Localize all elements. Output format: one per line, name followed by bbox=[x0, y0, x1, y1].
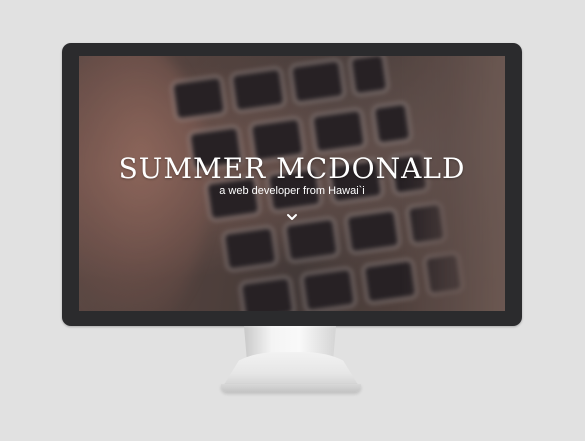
chevron-down-icon[interactable] bbox=[285, 207, 299, 220]
website-screen: SUMMER MCDONALD a web developer from Haw… bbox=[79, 56, 505, 311]
monitor-frame: SUMMER MCDONALD a web developer from Haw… bbox=[62, 43, 522, 326]
monitor-stand-base bbox=[221, 384, 361, 392]
site-title: SUMMER MCDONALD bbox=[118, 152, 466, 185]
site-subtitle: a web developer from Hawai`i bbox=[219, 185, 365, 197]
monitor-stand-foot bbox=[222, 352, 360, 388]
hero-section: SUMMER MCDONALD a web developer from Haw… bbox=[79, 154, 505, 226]
page: SUMMER MCDONALD a web developer from Haw… bbox=[0, 0, 585, 441]
